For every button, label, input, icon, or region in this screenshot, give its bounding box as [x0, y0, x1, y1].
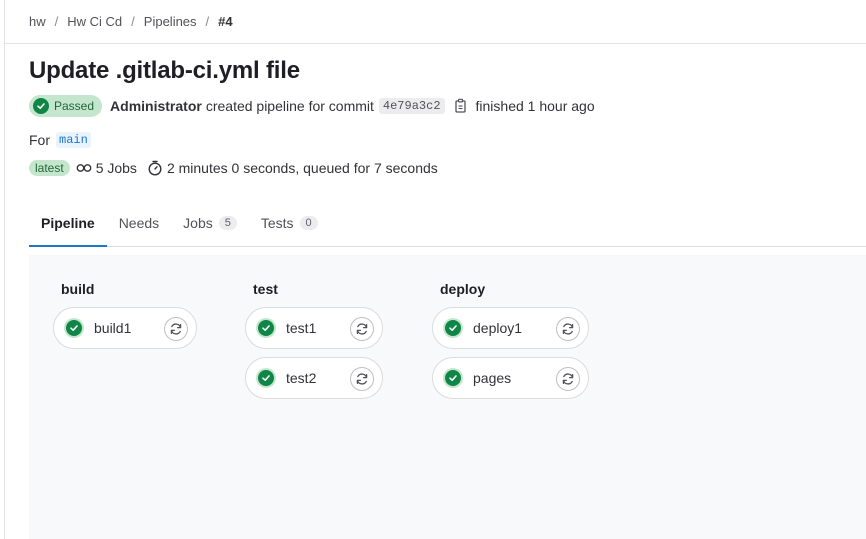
job-test1[interactable]: test1 [245, 307, 383, 349]
retry-icon[interactable] [556, 367, 580, 391]
job-name: pages [473, 370, 512, 386]
breadcrumb-item-group[interactable]: hw [29, 14, 46, 29]
pipeline-graph: build build1 test test1 test2 deploy dep… [29, 255, 866, 539]
commit-sha[interactable]: 4e79a3c2 [378, 98, 445, 114]
breadcrumb-item-current[interactable]: #4 [218, 14, 232, 29]
stage-title-build: build [61, 281, 95, 297]
job-build1[interactable]: build1 [53, 307, 197, 349]
jobs-icon [76, 160, 92, 176]
header-divider [5, 43, 866, 44]
author-link[interactable]: Administrator [110, 98, 202, 114]
branch-link[interactable]: main [56, 132, 91, 148]
status-badge[interactable]: Passed [29, 95, 103, 117]
tab-jobs[interactable]: Jobs 5 [171, 200, 249, 246]
tab-label: Needs [118, 215, 160, 231]
tab-needs[interactable]: Needs [107, 200, 171, 246]
breadcrumb-separator: / [54, 13, 59, 29]
job-name: test2 [286, 370, 317, 386]
check-circle-icon [33, 98, 49, 114]
breadcrumb-separator: / [131, 13, 135, 29]
breadcrumb-separator: / [205, 13, 210, 29]
status-label: Passed [54, 99, 95, 113]
breadcrumb-item-pipelines[interactable]: Pipelines [144, 14, 197, 29]
tab-label: Tests [260, 215, 294, 231]
success-status-icon [256, 318, 276, 338]
retry-icon[interactable] [350, 367, 374, 391]
job-name: deploy1 [473, 320, 523, 336]
job-name: test1 [286, 320, 317, 336]
tab-label: Pipeline [41, 215, 95, 231]
job-pages[interactable]: pages [432, 357, 589, 399]
pipeline-stats: latest 5 Jobs 2 minutes 0 seconds, queue… [29, 158, 438, 178]
jobs-count: 5 Jobs [95, 160, 137, 176]
retry-icon[interactable] [350, 317, 374, 341]
retry-icon[interactable] [556, 317, 580, 341]
timer-icon [147, 160, 163, 176]
job-deploy1[interactable]: deploy1 [432, 307, 589, 349]
meta-action: created pipeline for commit [205, 98, 374, 114]
retry-icon[interactable] [164, 317, 188, 341]
success-status-icon [64, 318, 84, 338]
breadcrumb: hw / Hw Ci Cd / Pipelines / #4 [29, 13, 233, 29]
success-status-icon [256, 368, 276, 388]
tab-count-badge: 0 [299, 216, 318, 230]
pipeline-meta: Passed Administrator created pipeline fo… [29, 94, 595, 118]
job-name: build1 [94, 320, 132, 336]
finished-time: finished 1 hour ago [475, 98, 595, 114]
tab-pipeline[interactable]: Pipeline [29, 200, 107, 247]
breadcrumb-item-project[interactable]: Hw Ci Cd [67, 14, 122, 29]
pipeline-tabs: Pipeline Needs Jobs 5 Tests 0 [29, 200, 866, 247]
tab-count-badge: 5 [218, 216, 237, 230]
tab-tests[interactable]: Tests 0 [249, 200, 330, 246]
copy-icon[interactable] [453, 98, 469, 114]
stage-title-test: test [253, 281, 278, 297]
job-test2[interactable]: test2 [245, 357, 383, 399]
latest-badge: latest [29, 160, 70, 176]
page-title: Update .gitlab-ci.yml file [29, 57, 300, 84]
success-status-icon [443, 368, 463, 388]
jobs-stat: 5 Jobs [76, 160, 137, 176]
success-status-icon [443, 318, 463, 338]
ref-row: For main [29, 130, 91, 150]
ref-prefix: For [29, 132, 50, 148]
tab-label: Jobs [183, 215, 213, 231]
sidebar-border [4, 0, 5, 539]
duration-text: 2 minutes 0 seconds, queued for 7 second… [166, 160, 438, 176]
duration-stat: 2 minutes 0 seconds, queued for 7 second… [147, 160, 438, 176]
stage-title-deploy: deploy [440, 281, 486, 297]
